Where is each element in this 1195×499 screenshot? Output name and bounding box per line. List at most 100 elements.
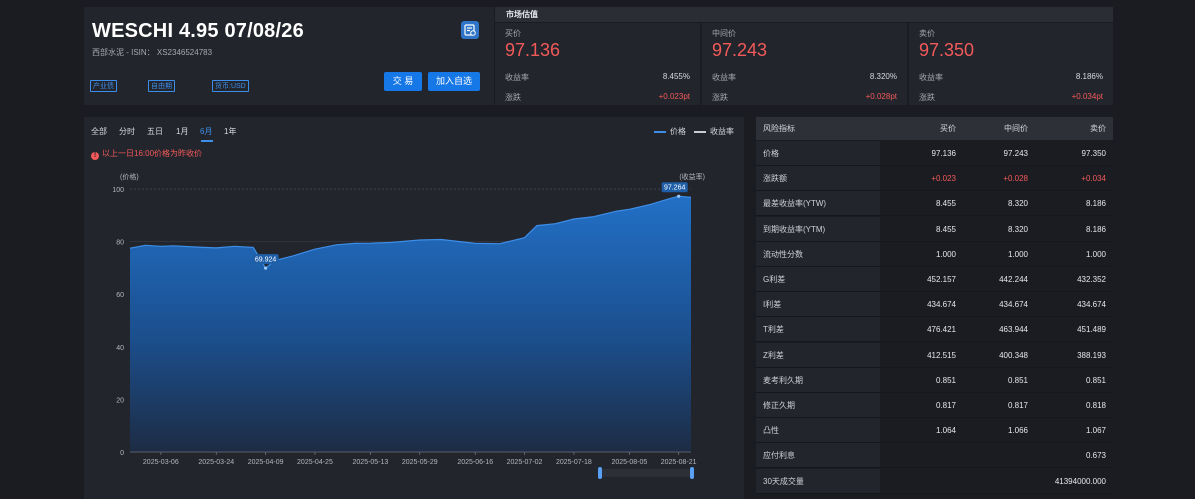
risk-row-mid: 434.674 bbox=[999, 300, 1028, 310]
mid-change: +0.028pt bbox=[865, 92, 897, 101]
risk-row-ask: 388.193 bbox=[1077, 350, 1106, 360]
risk-row-mid: +0.028 bbox=[1003, 174, 1028, 184]
mid-yield-label: 收益率 bbox=[712, 73, 736, 82]
risk-row-label: 最差收益率(YTW) bbox=[756, 191, 880, 216]
ask-yield: 8.186% bbox=[1075, 72, 1103, 81]
risk-table-header: 风险指标 买价 中间价 卖价 bbox=[756, 117, 1113, 140]
y-tick-label: 80 bbox=[116, 240, 124, 247]
risk-row-label: 30天成交量 bbox=[756, 468, 880, 493]
bid-change: +0.023pt bbox=[658, 92, 690, 101]
ask-label: 卖价 bbox=[919, 29, 935, 38]
risk-row-ask: 434.674 bbox=[1077, 300, 1106, 310]
ask-change-label: 涨跌 bbox=[919, 93, 935, 102]
ask-column: 卖价 97.350 收益率 8.186% 涨跌 +0.034pt bbox=[909, 23, 1113, 105]
risk-row-label: 价格 bbox=[756, 141, 880, 165]
y-tick-label: 0 bbox=[120, 450, 124, 457]
y-axis-label: (价格) bbox=[120, 172, 139, 181]
x-tick-label: 2025-04-25 bbox=[297, 459, 333, 466]
mid-price: 97.243 bbox=[712, 40, 768, 60]
risk-row-label: Z利差 bbox=[756, 342, 880, 367]
price-chart[interactable]: 0 20 40 60 80 100 (价格) (收益率) 2025-03-06 2025-03-2… bbox=[84, 117, 744, 499]
risk-row-label: 修正久期 bbox=[756, 393, 880, 417]
risk-row-label: 凸性 bbox=[756, 418, 880, 443]
risk-row-label: 流动性分数 bbox=[756, 241, 880, 266]
mid-label: 中间价 bbox=[712, 29, 736, 38]
risk-row-mid: 97.243 bbox=[1003, 149, 1028, 158]
price-annotation-label: 97.264 bbox=[664, 185, 686, 192]
x-tick-label: 2025-05-29 bbox=[402, 459, 438, 466]
risk-row-label: 应付利息 bbox=[756, 443, 880, 468]
risk-row-ask: 8.186 bbox=[1085, 224, 1106, 234]
bond-subtitle: 西部水泥 - ISIN： XS2346524783 bbox=[92, 48, 213, 57]
risk-row-ask: 0.818 bbox=[1085, 401, 1106, 410]
risk-row-ask: 97.350 bbox=[1081, 149, 1106, 158]
risk-row: 凸性 1.064 1.066 1.067 bbox=[756, 418, 1113, 444]
bid-column: 买价 97.136 收益率 8.455% 涨跌 +0.023pt bbox=[495, 23, 700, 105]
trade-button[interactable]: 交 易 bbox=[384, 72, 422, 91]
risk-row: 麦考利久期 0.851 0.851 0.851 bbox=[756, 367, 1113, 393]
y-tick-label: 20 bbox=[116, 397, 124, 404]
risk-col-mid: 中间价 bbox=[1004, 124, 1028, 133]
risk-row-mid: 8.320 bbox=[1007, 224, 1028, 234]
risk-row-label: I利差 bbox=[756, 292, 880, 317]
risk-row-ask: 1.067 bbox=[1085, 426, 1106, 436]
x-tick-label: 2025-07-02 bbox=[507, 459, 543, 466]
range-slider-right-handle[interactable] bbox=[690, 467, 694, 479]
risk-row-ask: 1.000 bbox=[1085, 249, 1106, 259]
risk-row-bid: 97.136 bbox=[931, 149, 956, 158]
price-annotation-label: 69.924 bbox=[255, 257, 277, 264]
x-tick-label: 2025-08-21 bbox=[661, 459, 697, 466]
tag-currency[interactable]: 货币:USD bbox=[212, 80, 249, 92]
risk-row: 价格 97.136 97.243 97.350 bbox=[756, 141, 1113, 166]
risk-row-bid: 1.064 bbox=[935, 426, 956, 436]
bond-detail-page: WESCHI 4.95 07/08/26 西部水泥 - ISIN： XS2346… bbox=[84, 7, 1113, 499]
risk-row: G利差 452.157 442.244 432.352 bbox=[756, 267, 1113, 292]
risk-row: 到期收益率(YTM) 8.455 8.320 8.186 bbox=[756, 216, 1113, 242]
x-tick-label: 2025-04-09 bbox=[248, 459, 284, 466]
x-tick-label: 2025-05-13 bbox=[353, 459, 389, 466]
tag-industry-bond[interactable]: 产业债 bbox=[90, 80, 117, 92]
risk-row-mid: 1.066 bbox=[1007, 426, 1028, 436]
risk-row-label: G利差 bbox=[756, 267, 880, 291]
risk-row-mid: 400.348 bbox=[999, 350, 1028, 360]
risk-row-mid: 463.944 bbox=[999, 325, 1028, 335]
risk-row: I利差 434.674 434.674 434.674 bbox=[756, 292, 1113, 318]
ask-change: +0.034pt bbox=[1071, 92, 1103, 101]
x-tick-label: 2025-03-06 bbox=[143, 459, 179, 466]
risk-row-bid: 476.421 bbox=[927, 325, 956, 335]
risk-row: 修正久期 0.817 0.817 0.818 bbox=[756, 393, 1113, 418]
risk-row-ask: 451.489 bbox=[1077, 325, 1106, 335]
range-slider-left-handle[interactable] bbox=[598, 467, 602, 479]
bid-label: 买价 bbox=[505, 29, 521, 38]
bid-yield-label: 收益率 bbox=[505, 73, 529, 82]
bid-yield: 8.455% bbox=[662, 72, 690, 81]
price-annotation-point bbox=[264, 266, 268, 270]
y-tick-label: 40 bbox=[116, 345, 124, 352]
risk-row-mid: 0.817 bbox=[1007, 401, 1028, 410]
risk-row-bid: 8.455 bbox=[935, 199, 956, 209]
tag-maturity[interactable]: 自由期 bbox=[148, 80, 175, 92]
risk-row-bid: 0.851 bbox=[935, 375, 956, 385]
risk-row-mid: 8.320 bbox=[1007, 199, 1028, 209]
risk-metrics-table: 风险指标 买价 中间价 卖价 价格 97.136 97.243 97.350 涨跌额 +0… bbox=[756, 117, 1113, 499]
risk-row-ask: 0.851 bbox=[1085, 375, 1106, 385]
risk-row-mid: 0.851 bbox=[1007, 375, 1028, 385]
y-tick-label: 100 bbox=[112, 187, 124, 194]
ask-yield-label: 收益率 bbox=[919, 73, 943, 82]
x-tick-label: 2025-07-18 bbox=[556, 459, 592, 466]
risk-row-label: 涨跌额 bbox=[756, 166, 880, 191]
mid-change-label: 涨跌 bbox=[712, 93, 728, 102]
bond-title: WESCHI 4.95 07/08/26 bbox=[92, 20, 304, 42]
mid-yield: 8.320% bbox=[869, 72, 897, 81]
market-valuation: 市场估值 买价 97.136 收益率 8.455% 涨跌 +0.023pt 中间… bbox=[495, 7, 1113, 105]
market-valuation-heading: 市场估值 bbox=[495, 7, 1113, 22]
mid-column: 中间价 97.243 收益率 8.320% 涨跌 +0.028pt bbox=[702, 23, 907, 105]
risk-row: Z利差 412.515 400.348 388.193 bbox=[756, 342, 1113, 368]
risk-row: 最差收益率(YTW) 8.455 8.320 8.186 bbox=[756, 191, 1113, 217]
add-to-watchlist-button[interactable]: 加入自选 bbox=[428, 72, 480, 91]
price-annotation-point bbox=[677, 194, 681, 198]
calculator-icon[interactable] bbox=[461, 21, 479, 39]
x-tick-label: 2025-08-05 bbox=[611, 459, 647, 466]
risk-row-bid: 1.000 bbox=[935, 249, 956, 259]
risk-col-metric: 风险指标 bbox=[763, 124, 795, 133]
